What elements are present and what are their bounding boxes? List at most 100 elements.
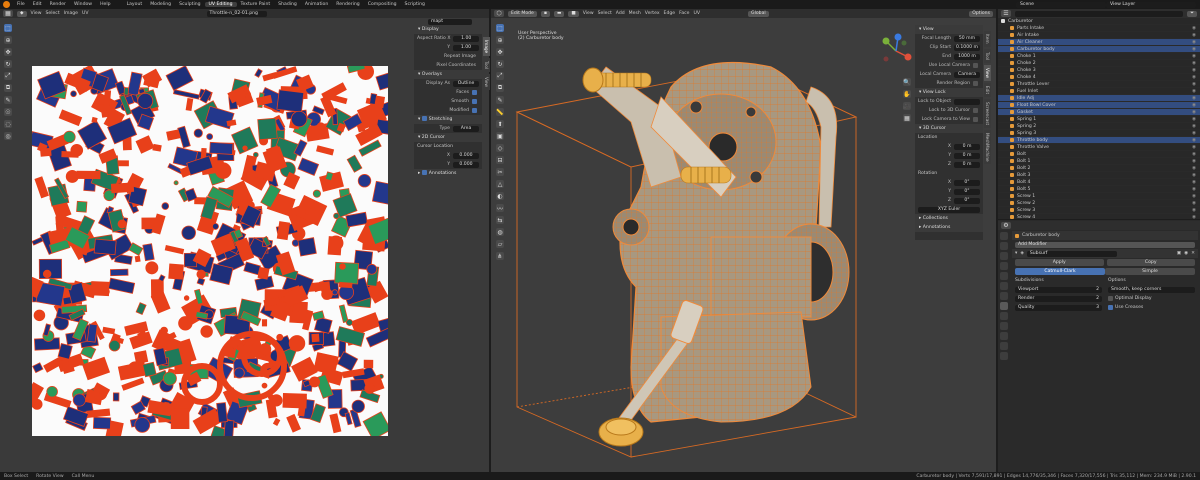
modified-checkbox[interactable]	[472, 108, 477, 113]
annotations-section[interactable]: ▸ Annotations	[915, 223, 983, 232]
physics-tab-icon[interactable]	[1000, 322, 1008, 330]
outliner-item[interactable]: Bolt 4 ◉	[998, 179, 1200, 186]
modifier-name-field[interactable]: Subsurf	[1026, 250, 1117, 257]
focal-length-field[interactable]: 50 mm	[954, 35, 980, 42]
visibility-eye-icon[interactable]: ◉	[1192, 159, 1196, 164]
outliner-search[interactable]	[1015, 10, 1184, 17]
menu-face[interactable]: Face	[679, 11, 689, 16]
tab-view[interactable]: View	[984, 64, 991, 81]
tab-animation[interactable]: Animation	[301, 2, 332, 7]
visibility-eye-icon[interactable]: ◉	[1192, 124, 1196, 129]
visibility-eye-icon[interactable]: ◉	[1192, 103, 1196, 108]
blender-logo-icon[interactable]	[3, 1, 10, 8]
visibility-eye-icon[interactable]: ◉	[1192, 138, 1196, 143]
spin-icon[interactable]: ◐	[496, 192, 504, 200]
tab-tool[interactable]: Tool	[984, 48, 991, 63]
annotations-checkbox[interactable]	[421, 170, 427, 175]
catmull-clark-button[interactable]: Catmull-Clark	[1015, 268, 1105, 275]
cursor3d-ry-field[interactable]: 0°	[954, 188, 980, 195]
scene-tab-icon[interactable]	[1000, 272, 1008, 280]
lock-to-object-field[interactable]	[954, 98, 980, 105]
outliner-item[interactable]: Throttle Valve ◉	[998, 144, 1200, 151]
visibility-eye-icon[interactable]: ◉	[1192, 194, 1196, 199]
outliner-item[interactable]: Float Bowl Cover ◉	[998, 102, 1200, 109]
select-box-icon[interactable]: ⬚	[4, 24, 12, 32]
outliner-item[interactable]: Air Intake ◉	[998, 32, 1200, 39]
visibility-eye-icon[interactable]: ◉	[1192, 89, 1196, 94]
world-tab-icon[interactable]	[1000, 282, 1008, 290]
tab-modeling[interactable]: Modeling	[146, 2, 175, 7]
visibility-eye-icon[interactable]: ◉	[1192, 131, 1196, 136]
pixel-coordinates-checkbox[interactable]: Pixel Coordinates	[417, 63, 479, 68]
outliner-item[interactable]: Bolt 1 ◉	[998, 158, 1200, 165]
view-lock-section[interactable]: ▾ View Lock	[915, 88, 983, 97]
view-section[interactable]: ▾ View	[915, 25, 983, 34]
edge-slide-icon[interactable]: ⇆	[496, 216, 504, 224]
visibility-eye-icon[interactable]: ◉	[1192, 47, 1196, 52]
scene-selector[interactable]: Scene	[1016, 1, 1106, 8]
simple-button[interactable]: Simple	[1105, 268, 1195, 275]
menu-view[interactable]: View	[583, 11, 594, 16]
cursor2d-section[interactable]: ▾ 2D Cursor	[414, 133, 482, 142]
face-select-icon[interactable]: ■	[568, 10, 579, 17]
lock-camera-checkbox[interactable]	[973, 117, 978, 122]
outliner-item[interactable]: Choke 3 ◉	[998, 67, 1200, 74]
filter-icon[interactable]: ⏷	[1187, 10, 1197, 17]
outliner-item[interactable]: Bolt ◉	[998, 151, 1200, 158]
edge-select-icon[interactable]: ▬	[554, 10, 565, 17]
cursor3d-section[interactable]: ▾ 3D Cursor	[915, 124, 983, 133]
particles-tab-icon[interactable]	[1000, 312, 1008, 320]
inset-icon[interactable]: ▣	[496, 132, 504, 140]
cursor-y-field[interactable]: 0.000	[453, 161, 479, 168]
outliner-item[interactable]: Screw 3 ◉	[998, 207, 1200, 214]
outliner-item[interactable]: Screw 1 ◉	[998, 193, 1200, 200]
menu-window[interactable]: Window	[70, 2, 96, 7]
relax-icon[interactable]: ◌	[4, 120, 12, 128]
transform-icon[interactable]: ⧉	[496, 84, 504, 92]
display-as-dropdown[interactable]: Outline	[453, 80, 479, 87]
cursor-icon[interactable]: ⊕	[4, 36, 12, 44]
aspect-x-field[interactable]: 1.00	[453, 35, 479, 42]
camera-icon[interactable]: 🎥	[903, 102, 911, 110]
outliner-item[interactable]: Carburetor body ◉	[998, 46, 1200, 53]
visibility-eye-icon[interactable]: ◉	[1192, 145, 1196, 150]
smooth-checkbox[interactable]	[472, 99, 477, 104]
output-tab-icon[interactable]	[1000, 252, 1008, 260]
outliner-item[interactable]: Screw 4 ◉	[998, 214, 1200, 221]
copy-button[interactable]: Copy	[1106, 259, 1195, 266]
pan-icon[interactable]: ✋	[903, 90, 911, 98]
visibility-eye-icon[interactable]: ◉	[1192, 152, 1196, 157]
render-icon[interactable]: ◉	[1184, 251, 1188, 256]
select-box-icon[interactable]: ⬚	[496, 24, 504, 32]
visibility-eye-icon[interactable]: ◉	[1192, 68, 1196, 73]
visibility-eye-icon[interactable]: ◉	[1192, 75, 1196, 80]
grid-icon[interactable]: ▦	[903, 114, 911, 122]
visibility-eye-icon[interactable]: ◉	[1192, 208, 1196, 213]
visibility-eye-icon[interactable]: ◉	[1192, 96, 1196, 101]
visibility-eye-icon[interactable]: ◉	[1192, 201, 1196, 206]
outliner-item[interactable]: Choke 4 ◉	[998, 74, 1200, 81]
apply-button[interactable]: Apply	[1015, 259, 1104, 266]
clip-start-field[interactable]: 0.1000 m	[954, 44, 980, 51]
stretch-type-dropdown[interactable]: Area	[453, 125, 479, 132]
outliner-item[interactable]: Throttle Lever ◉	[998, 81, 1200, 88]
knife-icon[interactable]: ✂	[496, 168, 504, 176]
tab-image[interactable]: Image	[483, 37, 490, 57]
material-tab-icon[interactable]	[1000, 352, 1008, 360]
view-layer-selector[interactable]: View Layer	[1106, 1, 1196, 8]
use-local-camera-checkbox[interactable]	[973, 63, 978, 68]
tab-uv-editing[interactable]: UV Editing	[204, 2, 237, 7]
pinch-icon[interactable]: ◎	[4, 132, 12, 140]
navigation-gizmo[interactable]	[876, 31, 916, 71]
outliner-item[interactable]: Bolt 2 ◉	[998, 165, 1200, 172]
menu-select[interactable]: Select	[598, 11, 612, 16]
collapse-icon[interactable]: ▾	[1015, 251, 1017, 256]
data-tab-icon[interactable]	[1000, 342, 1008, 350]
editor-type-icon[interactable]: ⬡	[494, 10, 504, 17]
visibility-eye-icon[interactable]: ◉	[1192, 166, 1196, 171]
visibility-eye-icon[interactable]: ◉	[1192, 40, 1196, 45]
visibility-eye-icon[interactable]: ◉	[1192, 180, 1196, 185]
cursor3d-rz-field[interactable]: 0°	[954, 197, 980, 204]
viewport-levels-field[interactable]: Viewport 2	[1015, 286, 1102, 293]
tab-compositing[interactable]: Compositing	[364, 2, 401, 7]
